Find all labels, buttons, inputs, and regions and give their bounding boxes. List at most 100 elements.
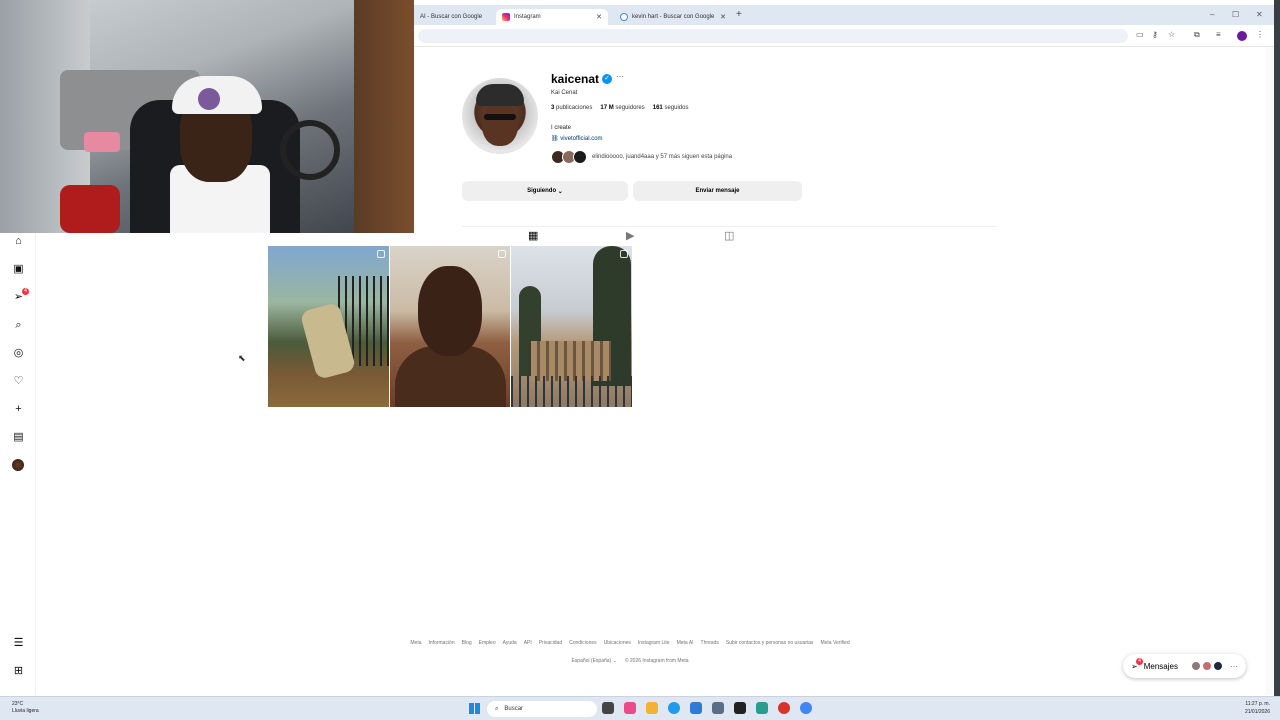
epic-games-icon[interactable] <box>734 702 746 714</box>
post-thumbnail[interactable] <box>268 246 389 407</box>
footer-links: Meta Información Blog Empleo Ayuda API P… <box>360 640 900 646</box>
address-bar-row: ▭ ⚷ ☆ ⧉ ≡ ⋮ <box>414 25 1280 47</box>
profile-stats: 3 publicaciones 17 M seguidores 161 segu… <box>551 105 688 111</box>
mouse-cursor-icon: ⬉ <box>238 353 246 363</box>
home-icon[interactable]: ⌂ <box>12 235 25 248</box>
chrome-icon[interactable] <box>800 702 812 714</box>
chat-avatar <box>1213 661 1223 671</box>
pinned-icon <box>620 250 629 258</box>
messages-widget[interactable]: ➢ 4 Mensajes ··· <box>1123 654 1246 678</box>
pinned-icon <box>498 250 507 258</box>
browser-profile-avatar[interactable] <box>1237 31 1247 41</box>
more-options-icon[interactable]: ··· <box>616 72 624 81</box>
footer-link[interactable]: Instagram Lite <box>638 640 670 646</box>
address-bar[interactable] <box>418 29 1128 43</box>
footer-link[interactable]: Información <box>429 640 455 646</box>
app-icon[interactable] <box>778 702 790 714</box>
posts-stat[interactable]: 3 publicaciones <box>551 105 592 111</box>
messages-badge: 4 <box>22 288 29 295</box>
more-apps-icon[interactable]: ⊞ <box>12 665 25 678</box>
post-thumbnail[interactable] <box>511 246 633 407</box>
following-button[interactable]: Siguiendo ⌄ <box>462 181 628 201</box>
app-icon[interactable] <box>756 702 768 714</box>
maximize-button[interactable]: ☐ <box>1232 10 1239 19</box>
profile-username: kaicenat <box>551 72 600 86</box>
notifications-icon[interactable]: ♡ <box>12 375 25 388</box>
pinned-icon <box>376 250 385 258</box>
following-stat[interactable]: 161 seguidos <box>653 105 689 111</box>
search-icon[interactable]: ⌕ <box>12 319 25 332</box>
instagram-sidebar: ⌂ ▣ ➢ 4 ⌕ ◎ ♡ + ▤ ☰ ⊞ <box>0 233 36 695</box>
edge-icon[interactable] <box>668 702 680 714</box>
footer-link[interactable]: Meta Verified <box>820 640 849 646</box>
footer-bottom: Español (España) ⌄ © 2026 Instagram from… <box>360 658 900 664</box>
post-thumbnail[interactable] <box>389 246 511 407</box>
link-icon: ⛓ <box>551 136 561 142</box>
weather-widget[interactable]: 23°C Lluvia ligera <box>12 701 39 715</box>
dashboard-icon[interactable]: ▤ <box>12 431 25 444</box>
footer-link[interactable]: Empleo <box>479 640 496 646</box>
close-tab-icon[interactable]: ✕ <box>596 13 602 21</box>
google-favicon-icon <box>620 13 628 21</box>
windows-start-icon[interactable] <box>469 703 480 714</box>
cast-icon[interactable]: ▭ <box>1136 30 1144 39</box>
reels-icon[interactable]: ▣ <box>12 263 25 276</box>
more-chats-icon: ··· <box>1230 661 1238 671</box>
search-icon: ⌕ <box>495 705 499 712</box>
instagram-favicon-icon <box>502 13 510 21</box>
language-selector[interactable]: Español (España) ⌄ <box>571 658 616 664</box>
tab-google-kevin-hart[interactable]: kevin hart - Buscar con Google ✕ <box>614 9 732 25</box>
followed-by[interactable]: elindiooooo, juand4aaa y 57 más siguen e… <box>551 150 732 164</box>
footer-link[interactable]: Privacidad <box>539 640 562 646</box>
posts-grid-tab-icon[interactable]: ▦ <box>528 229 538 242</box>
close-tab-icon[interactable]: ✕ <box>720 13 726 21</box>
followers-stat[interactable]: 17 M seguidores <box>600 105 644 111</box>
webcam-overlay <box>0 0 414 233</box>
verified-badge-icon: ✓ <box>602 74 612 84</box>
password-key-icon[interactable]: ⚷ <box>1152 30 1158 39</box>
new-tab-button[interactable]: + <box>736 9 742 20</box>
system-clock[interactable]: 11:27 p. m. 21/01/2026 <box>1245 700 1270 716</box>
store-icon[interactable] <box>690 702 702 714</box>
explore-icon[interactable]: ◎ <box>12 347 25 360</box>
footer-link[interactable]: Blog <box>462 640 472 646</box>
chevron-down-icon: ⌄ <box>556 188 563 195</box>
screen-edge <box>1274 0 1280 720</box>
task-view-icon[interactable] <box>602 702 614 714</box>
footer-link[interactable]: API <box>524 640 532 646</box>
create-icon[interactable]: + <box>12 403 25 416</box>
profile-tabs: ▦ ▶ ◫ <box>462 226 997 246</box>
footer-link[interactable]: Condiciones <box>569 640 597 646</box>
footer-link[interactable]: Meta AI <box>677 640 694 646</box>
tab-instagram[interactable]: Instagram ✕ <box>496 9 608 25</box>
reading-list-icon[interactable]: ≡ <box>1216 30 1221 39</box>
tagged-tab-icon[interactable]: ◫ <box>724 229 734 242</box>
taskbar-search[interactable]: ⌕ Buscar <box>487 701 597 717</box>
footer-link[interactable]: Meta <box>410 640 421 646</box>
footer-link[interactable]: Ayuda <box>503 640 517 646</box>
footer-link[interactable]: Ubicaciones <box>604 640 631 646</box>
extensions-icon[interactable]: ⧉ <box>1194 30 1200 40</box>
profile-picture[interactable] <box>462 78 538 154</box>
footer-link[interactable]: Threads <box>701 640 719 646</box>
posts-grid <box>268 246 633 407</box>
bookmark-star-icon[interactable]: ☆ <box>1168 30 1175 39</box>
profile-bio: I create <box>551 125 572 131</box>
scrollbar[interactable] <box>1266 47 1274 695</box>
reels-tab-icon[interactable]: ▶ <box>626 229 634 242</box>
menu-icon[interactable]: ☰ <box>12 637 25 650</box>
send-message-button[interactable]: Enviar mensaje <box>633 181 802 201</box>
footer-link[interactable]: Subir contactos y personas no usuarias <box>726 640 814 646</box>
profile-avatar[interactable] <box>12 459 24 471</box>
browser-tab-bar: AI - Buscar con Google✕ Instagram✕ kevin… <box>414 5 1280 25</box>
app-icon[interactable] <box>712 702 724 714</box>
app-icon[interactable] <box>624 702 636 714</box>
chat-avatar <box>1202 661 1212 671</box>
minimize-button[interactable]: – <box>1210 10 1214 19</box>
close-window-button[interactable]: ✕ <box>1256 10 1263 19</box>
file-explorer-icon[interactable] <box>646 702 658 714</box>
browser-menu-icon[interactable]: ⋮ <box>1256 30 1264 39</box>
copyright: © 2026 Instagram from Meta <box>624 658 689 664</box>
chat-avatar <box>1191 661 1201 671</box>
profile-link[interactable]: ⛓ vivetofficial.com <box>551 135 603 142</box>
